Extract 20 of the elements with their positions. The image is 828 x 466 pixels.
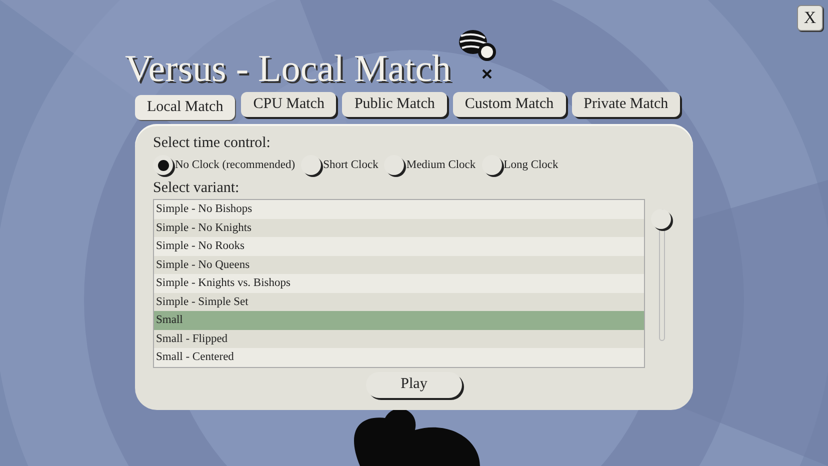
- tab[interactable]: CPU Match: [241, 92, 336, 117]
- variant-label: Select variant:: [153, 180, 240, 197]
- window-title: Versus - Local Match: [125, 50, 452, 88]
- time-control-label: Select time control:: [153, 135, 270, 152]
- tab[interactable]: Custom Match: [452, 92, 566, 117]
- variant-item[interactable]: Small: [154, 311, 644, 330]
- variant-item[interactable]: Small - Flipped: [154, 330, 644, 348]
- tab[interactable]: Private Match: [572, 92, 680, 117]
- play-button[interactable]: Play: [366, 372, 462, 398]
- time-control-radio[interactable]: Short Clock: [301, 155, 378, 175]
- time-control-radio[interactable]: Medium Clock: [384, 155, 476, 175]
- close-button[interactable]: X: [797, 5, 823, 31]
- tab[interactable]: Public Match: [342, 92, 447, 117]
- scroll-thumb[interactable]: [651, 209, 672, 229]
- time-control-radio[interactable]: Long Clock: [482, 155, 558, 175]
- variant-item[interactable]: Simple - No Queens: [154, 256, 644, 274]
- variant-item[interactable]: Simple - No Knights: [154, 218, 644, 237]
- tab[interactable]: Local Match: [135, 95, 236, 120]
- time-control-radio[interactable]: No Clock (recommended): [153, 155, 296, 175]
- variant-item[interactable]: Simple - Simple Set: [154, 292, 644, 311]
